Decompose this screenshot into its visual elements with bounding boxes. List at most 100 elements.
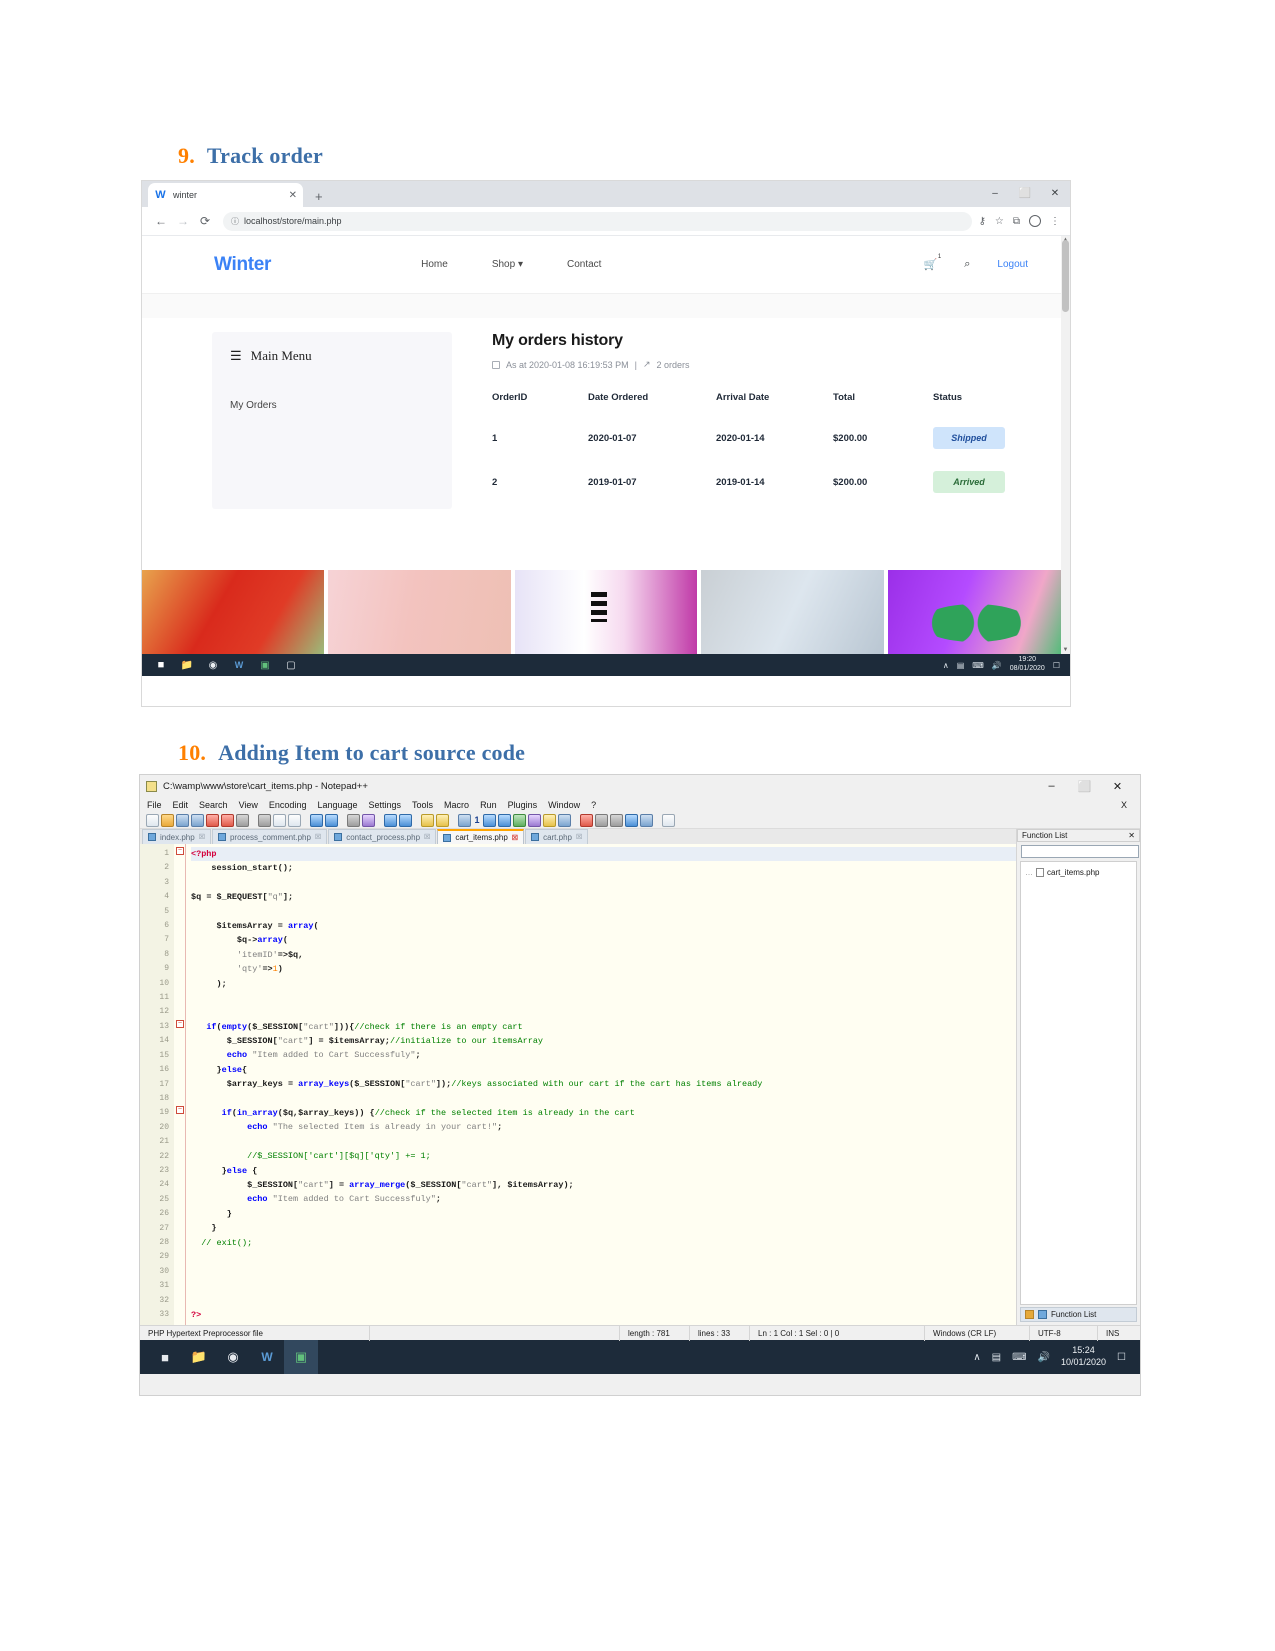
tray-keyboard-icon[interactable]: ⌨	[1012, 1352, 1026, 1363]
record-macro-icon[interactable]	[580, 813, 593, 827]
menu-encoding[interactable]: Encoding	[269, 800, 307, 810]
word-taskbar-icon[interactable]: W	[226, 660, 252, 670]
taskbar-clock[interactable]: 19:20 08/01/2020	[1010, 656, 1045, 674]
save-all-icon[interactable]	[191, 813, 204, 827]
nav-item-home[interactable]: Home	[421, 259, 448, 270]
maximize-icon[interactable]: ⬜	[1010, 181, 1040, 207]
close-all-icon[interactable]	[221, 813, 234, 827]
nav-item-contact[interactable]: Contact	[567, 259, 601, 270]
profile-avatar-icon[interactable]	[1029, 215, 1041, 227]
all-chars-icon[interactable]	[483, 813, 496, 827]
function-list-close-icon[interactable]: ✕	[1128, 831, 1135, 840]
doc-tab-close-icon[interactable]: ☒	[424, 833, 430, 841]
file-explorer-icon[interactable]: 📁	[174, 660, 200, 671]
run-macro-multiple-icon[interactable]	[625, 813, 638, 827]
doc-tab-cart-items[interactable]: cart_items.php ☒	[437, 829, 525, 844]
taskbar-clock[interactable]: 15:24 10/01/2020	[1061, 1345, 1106, 1368]
function-list-footer-tab[interactable]: Function List	[1020, 1307, 1137, 1322]
fold-toggle-icon[interactable]: −	[176, 847, 184, 855]
chrome-taskbar-icon[interactable]: ◉	[200, 660, 226, 671]
function-list-tree[interactable]: … cart_items.php	[1020, 861, 1137, 1305]
paste-icon[interactable]	[288, 813, 301, 827]
replace-icon[interactable]	[362, 813, 375, 827]
save-macro-icon[interactable]	[640, 813, 653, 827]
spellcheck-icon[interactable]	[662, 813, 675, 827]
notepadpp-taskbar-icon[interactable]: ▢	[278, 660, 304, 671]
doc-map-tab-icon[interactable]	[1025, 1310, 1034, 1319]
minimize-icon[interactable]: ‒	[980, 181, 1010, 207]
bookmark-star-icon[interactable]: ☆	[995, 216, 1004, 227]
find-icon[interactable]	[347, 813, 360, 827]
key-icon[interactable]: ⚷	[979, 216, 986, 227]
menu-help[interactable]: ?	[591, 800, 596, 810]
doc-tab-close-icon[interactable]: ☒	[199, 833, 205, 841]
zoom-out-icon[interactable]	[399, 813, 412, 827]
doc-tab-close-icon[interactable]: ☒	[576, 833, 582, 841]
stop-macro-icon[interactable]	[595, 813, 608, 827]
file-explorer-icon[interactable]: 📁	[182, 1349, 216, 1365]
doc-tab-contact-process[interactable]: contact_process.php ☒	[328, 829, 437, 844]
sync-scroll-h-icon[interactable]	[436, 813, 449, 827]
doc-tab-cart[interactable]: cart.php ☒	[525, 829, 589, 844]
tray-network-icon[interactable]: ▤	[992, 1352, 1001, 1363]
notifications-icon[interactable]: ☐	[1117, 1352, 1126, 1363]
menu-search[interactable]: Search	[199, 800, 228, 810]
menu-edit[interactable]: Edit	[173, 800, 189, 810]
search-icon[interactable]: ⌕	[964, 258, 970, 271]
sidebar-item-my-orders[interactable]: My Orders	[230, 400, 434, 411]
extensions-icon[interactable]: ⧉	[1013, 216, 1020, 227]
tray-volume-icon[interactable]: 🔊	[1038, 1352, 1050, 1363]
notepadpp-taskbar-icon[interactable]: ▣	[284, 1340, 318, 1374]
code-text[interactable]: <?php session_start(); $q = $_REQUEST["q…	[187, 844, 1016, 1325]
menu-settings[interactable]: Settings	[369, 800, 402, 810]
tray-network-icon[interactable]: ▤	[957, 661, 965, 670]
code-editor[interactable]: 1 2 3 4 5 6 7 8 9 10 11 12 13 14 15 16 17 18 19 20 21 22 23 24 2…	[140, 844, 1016, 1325]
windows-start-icon[interactable]: ■	[148, 1350, 182, 1365]
code-fold-column[interactable]: − − −	[174, 844, 187, 1325]
doc-tab-process-comment[interactable]: process_comment.php ☒	[211, 829, 328, 844]
menu-view[interactable]: View	[239, 800, 258, 810]
forward-icon[interactable]: →	[172, 214, 194, 228]
chrome-taskbar-icon[interactable]: ◉	[216, 1349, 250, 1365]
address-bar[interactable]: ⓘ localhost/store/main.php	[223, 211, 972, 231]
word-taskbar-icon[interactable]: W	[250, 1350, 284, 1364]
nav-item-shop[interactable]: Shop ▾	[492, 259, 523, 270]
tray-expand-icon[interactable]: ∧	[943, 661, 949, 670]
tray-keyboard-icon[interactable]: ⌨	[972, 661, 984, 670]
table-row[interactable]: 1 2020-01-07 2020-01-14 $200.00 Shipped	[492, 421, 1030, 465]
logout-link[interactable]: Logout	[997, 259, 1028, 270]
tab-close-icon[interactable]: ✕	[289, 190, 297, 201]
menu-tools[interactable]: Tools	[412, 800, 433, 810]
save-icon[interactable]	[176, 813, 189, 827]
hamburger-icon[interactable]: ☰	[230, 348, 242, 364]
new-file-icon[interactable]	[146, 813, 159, 827]
table-row[interactable]: 2 2019-01-07 2019-01-14 $200.00 Arrived	[492, 465, 1030, 509]
menu-language[interactable]: Language	[317, 800, 357, 810]
print-icon[interactable]	[236, 813, 249, 827]
page-scrollbar[interactable]: ▲ ▼	[1061, 236, 1070, 676]
cut-icon[interactable]	[258, 813, 271, 827]
scroll-down-arrow-icon[interactable]: ▼	[1061, 647, 1070, 653]
doc-tab-close-icon[interactable]: ☒	[315, 833, 321, 841]
menu-file[interactable]: File	[147, 800, 162, 810]
open-file-icon[interactable]	[161, 813, 174, 827]
doc-map-icon[interactable]	[528, 813, 541, 827]
cart-icon[interactable]: 🛒 1	[924, 254, 942, 271]
scrollbar-thumb[interactable]	[1062, 240, 1069, 312]
function-list-search-input[interactable]	[1021, 845, 1139, 858]
indent-guide-icon[interactable]	[498, 813, 511, 827]
menu-window[interactable]: Window	[548, 800, 580, 810]
close-document-icon[interactable]: X	[1121, 800, 1133, 810]
zoom-in-icon[interactable]	[384, 813, 397, 827]
undo-icon[interactable]	[310, 813, 323, 827]
close-file-icon[interactable]	[206, 813, 219, 827]
word-wrap-icon[interactable]	[458, 813, 471, 827]
back-icon[interactable]: ←	[150, 214, 172, 228]
chrome-menu-icon[interactable]: ⋮	[1050, 216, 1060, 227]
doc-tab-index[interactable]: index.php ☒	[142, 829, 211, 844]
function-list-icon[interactable]	[543, 813, 556, 827]
close-window-icon[interactable]: ✕	[1040, 181, 1070, 207]
tray-volume-icon[interactable]: 🔊	[992, 661, 1002, 670]
windows-start-icon[interactable]: ■	[148, 659, 174, 671]
play-macro-icon[interactable]	[610, 813, 623, 827]
